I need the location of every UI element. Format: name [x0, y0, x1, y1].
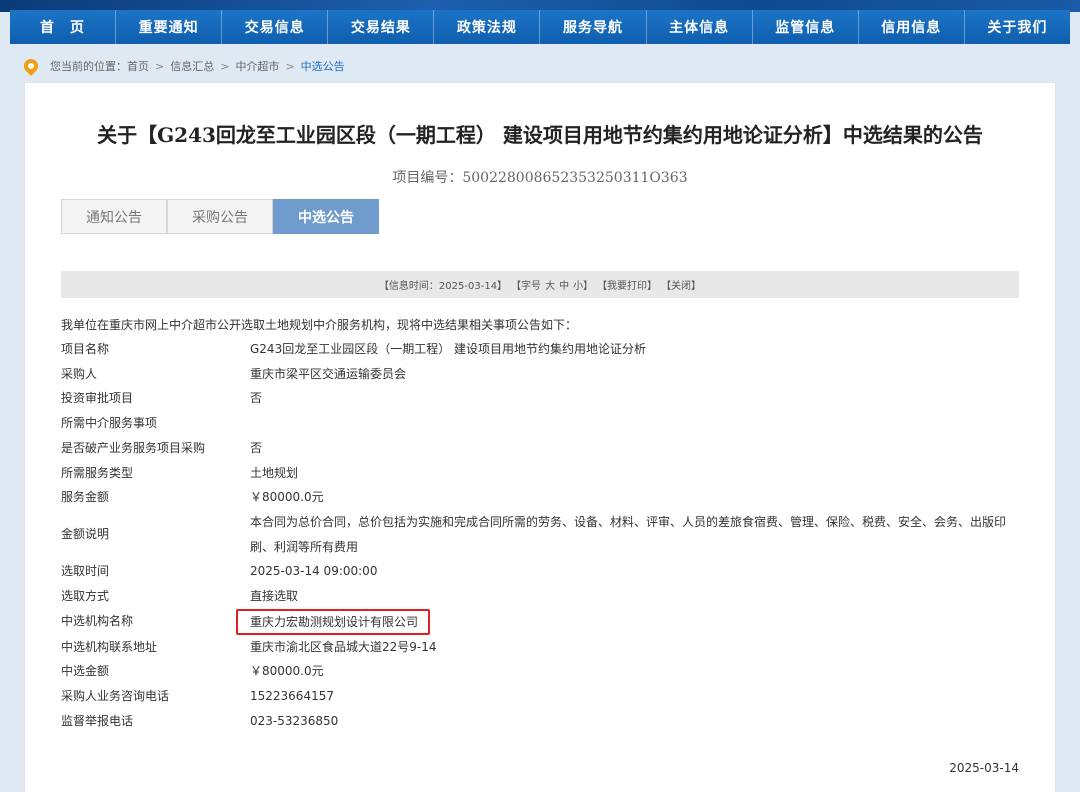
- breadcrumb-info-summary[interactable]: 信息汇总: [170, 58, 214, 74]
- breadcrumb-separator: >: [155, 59, 165, 73]
- row-value: G243回龙至工业园区段（一期工程） 建设项目用地节约集约用地论证分析: [250, 342, 647, 356]
- nav-trade-info[interactable]: 交易信息: [222, 10, 329, 44]
- row-value-wrapper: 重庆力宏勘测规划设计有限公司: [236, 608, 1019, 635]
- project-number: 项目编号：500228008652353250311O363: [392, 170, 688, 186]
- info-bar: 【信息时间：2025-03-14】 【字号 大 中 小】 【我要打印】 【关闭】: [61, 271, 1019, 298]
- font-medium-button[interactable]: 中: [559, 277, 569, 292]
- font-large-button[interactable]: 大: [545, 277, 555, 292]
- row-label: 投资审批项目: [61, 391, 134, 406]
- row-label: 是否破产业务服务项目采购: [61, 440, 206, 455]
- row-value: 直接选取: [250, 589, 299, 604]
- row-value: 023-53236850: [250, 713, 339, 728]
- row-value: 15223664157: [250, 689, 334, 704]
- info-time: 【信息时间：2025-03-14】: [378, 281, 508, 292]
- detail-row: 金额说明 本合同为总价合同，总价包括为实施和完成合同所需的劳务、设备、材料、评审…: [61, 510, 1019, 559]
- detail-row: 所需服务类型 土地规划: [61, 461, 1019, 486]
- row-label: 中选机构名称: [61, 613, 134, 628]
- breadcrumb-agency-market[interactable]: 中介超市: [235, 58, 279, 74]
- nav-entity-info[interactable]: 主体信息: [647, 10, 753, 44]
- selected-agency-highlight: 重庆力宏勘测规划设计有限公司: [236, 608, 431, 635]
- page-title: 关于【G243回龙至工业园区段（一期工程） 建设项目用地节约集约用地论证分析】中…: [97, 123, 983, 147]
- nav-credit-info[interactable]: 信用信息: [859, 10, 965, 44]
- detail-row: 项目名称 G243回龙至工业园区段（一期工程） 建设项目用地节约集约用地论证分析: [61, 337, 1019, 362]
- detail-row: 监督举报电话 023-53236850: [61, 709, 1019, 734]
- row-label: 金额说明: [61, 527, 110, 542]
- article-content: 我单位在重庆市网上中介超市公开选取土地规划中介服务机构，现将中选结果相关事项公告…: [61, 313, 1019, 734]
- row-label: 选取时间: [61, 564, 110, 579]
- detail-row: 所需中介服务事项: [61, 411, 1019, 436]
- row-label: 所需中介服务事项: [61, 416, 158, 431]
- tab-selection-result[interactable]: 中选公告: [273, 199, 379, 234]
- row-value: 否: [250, 391, 263, 406]
- nav-service-guide[interactable]: 服务导航: [540, 10, 647, 44]
- row-label: 采购人: [61, 366, 98, 381]
- row-label: 选取方式: [61, 589, 110, 604]
- row-label: 服务金额: [61, 490, 110, 505]
- row-value: 重庆市梁平区交通运输委员会: [250, 366, 407, 381]
- footer-date: 2025-03-14: [949, 761, 1019, 775]
- row-label: 采购人业务咨询电话: [61, 689, 170, 704]
- detail-row: 中选金额 ￥80000.0元: [61, 659, 1019, 684]
- row-label: 监督举报电话: [61, 713, 134, 728]
- nav-home[interactable]: 首 页: [10, 10, 117, 44]
- nav-supervision[interactable]: 监管信息: [753, 10, 859, 44]
- row-label: 中选金额: [61, 664, 110, 679]
- intro-text: 我单位在重庆市网上中介超市公开选取土地规划中介服务机构，现将中选结果相关事项公告…: [61, 318, 578, 332]
- nav-trade-results[interactable]: 交易结果: [328, 10, 435, 44]
- row-value: 本合同为总价合同，总价包括为实施和完成合同所需的劳务、设备、材料、评审、人员的差…: [250, 514, 1007, 554]
- breadcrumb-current[interactable]: 中选公告: [301, 58, 345, 74]
- breadcrumb-home[interactable]: 首页: [127, 58, 149, 74]
- breadcrumb-separator: >: [285, 59, 295, 73]
- detail-row: 选取时间 2025-03-14 09:00:00: [61, 559, 1019, 584]
- tab-notice[interactable]: 通知公告: [61, 199, 167, 234]
- detail-row: 服务金额 ￥80000.0元: [61, 485, 1019, 510]
- breadcrumb-separator: >: [220, 59, 230, 73]
- location-pin-icon: [21, 56, 41, 76]
- row-value: ￥80000.0元: [250, 664, 324, 679]
- breadcrumb-prefix: 您当前的位置：: [50, 60, 127, 73]
- tab-procurement[interactable]: 采购公告: [167, 199, 273, 234]
- detail-row: 投资审批项目 否: [61, 386, 1019, 411]
- font-size-label: 【字号: [511, 281, 542, 292]
- row-label: 所需服务类型: [61, 465, 134, 480]
- nav-about-us[interactable]: 关于我们: [965, 10, 1070, 44]
- row-value: ￥80000.0元: [250, 490, 324, 505]
- detail-row: 中选机构联系地址 重庆市渝北区食品城大道22号9-14: [61, 635, 1019, 660]
- detail-row: 采购人 重庆市梁平区交通运输委员会: [61, 362, 1019, 387]
- detail-row: 是否破产业务服务项目采购 否: [61, 436, 1019, 461]
- row-value: 2025-03-14 09:00:00: [250, 564, 378, 579]
- article-panel: 关于【G243回龙至工业园区段（一期工程） 建设项目用地节约集约用地论证分析】中…: [24, 82, 1056, 792]
- detail-row: 选取方式 直接选取: [61, 584, 1019, 609]
- announcement-tabs: 通知公告 采购公告 中选公告: [61, 199, 379, 234]
- detail-row: 中选机构名称 重庆力宏勘测规划设计有限公司: [61, 608, 1019, 635]
- main-nav: 首 页 重要通知 交易信息 交易结果 政策法规 服务导航 主体信息 监管信息 信…: [10, 10, 1070, 44]
- detail-row: 采购人业务咨询电话 15223664157: [61, 684, 1019, 709]
- row-value: 否: [250, 440, 263, 455]
- close-button[interactable]: 【关闭】: [661, 277, 701, 292]
- row-label: 项目名称: [61, 342, 110, 356]
- font-small-button[interactable]: 小】: [573, 277, 593, 292]
- row-value: 土地规划: [250, 465, 299, 480]
- row-value: [250, 411, 1019, 436]
- breadcrumb: 您当前的位置： 首页 > 信息汇总 > 中介超市 > 中选公告: [10, 52, 1070, 80]
- nav-important-notice[interactable]: 重要通知: [116, 10, 223, 44]
- nav-policy[interactable]: 政策法规: [434, 10, 541, 44]
- row-label: 中选机构联系地址: [61, 639, 158, 654]
- print-button[interactable]: 【我要打印】: [597, 277, 657, 292]
- row-value: 重庆市渝北区食品城大道22号9-14: [250, 639, 437, 654]
